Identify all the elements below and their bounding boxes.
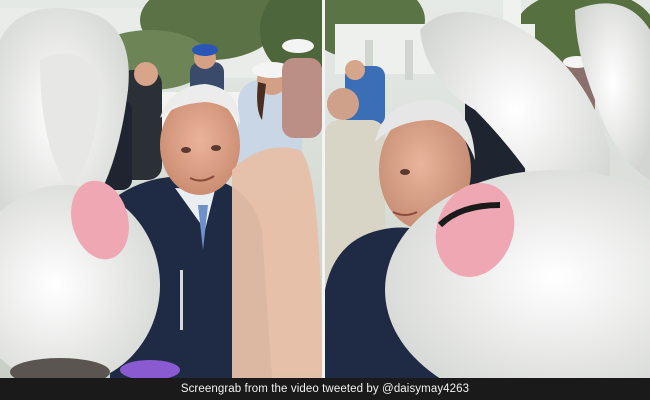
right-video-frame	[325, 0, 650, 378]
photo-caption: Screengrab from the video tweeted by @da…	[180, 383, 470, 395]
screengrab-composite: Screengrab from the video tweeted by @da…	[0, 0, 650, 400]
caption-bar: Screengrab from the video tweeted by @da…	[0, 378, 650, 400]
left-frame-image	[0, 0, 322, 378]
right-frame-image	[325, 0, 650, 378]
left-video-frame	[0, 0, 322, 378]
